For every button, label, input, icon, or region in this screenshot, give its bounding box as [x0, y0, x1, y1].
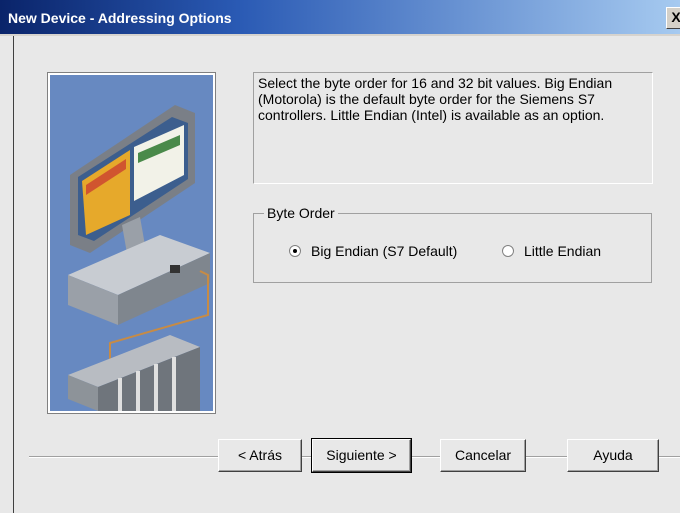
radio-big-endian-indicator[interactable]: [289, 245, 301, 257]
cancel-button[interactable]: Cancelar: [440, 439, 526, 472]
radio-little-endian[interactable]: Little Endian: [502, 242, 601, 260]
back-button[interactable]: < Atrás: [218, 439, 302, 472]
title-bar: New Device - Addressing Options X: [0, 0, 680, 36]
window-title: New Device - Addressing Options: [8, 10, 232, 26]
radio-little-endian-label: Little Endian: [524, 243, 602, 259]
close-button[interactable]: X: [666, 7, 680, 29]
byte-order-group: Byte Order Big Endian (S7 Default) Littl…: [253, 205, 652, 283]
radio-big-endian[interactable]: Big Endian (S7 Default): [289, 242, 457, 260]
byte-order-label: Byte Order: [264, 205, 338, 221]
radio-big-endian-label: Big Endian (S7 Default): [311, 243, 458, 259]
dialog-left-edge: [13, 36, 14, 513]
pc-plc-illustration: [50, 75, 213, 411]
description-text: Select the byte order for 16 and 32 bit …: [253, 72, 653, 184]
wizard-illustration: [47, 72, 216, 414]
radio-little-endian-indicator[interactable]: [502, 245, 514, 257]
help-button[interactable]: Ayuda: [567, 439, 659, 472]
next-button[interactable]: Siguiente >: [311, 438, 412, 473]
